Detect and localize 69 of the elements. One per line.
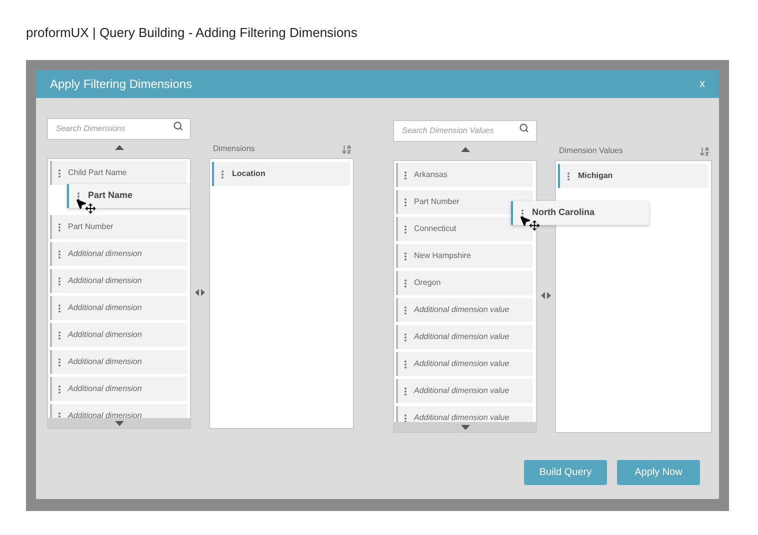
drag-handle-icon — [58, 168, 61, 178]
scroll-up-icon[interactable] — [460, 147, 470, 152]
list-item[interactable]: Child Part Name — [50, 161, 187, 185]
list-item[interactable]: Additional dimension — [50, 323, 187, 347]
drag-handle-icon — [404, 224, 407, 234]
search-icon — [173, 121, 183, 131]
sort-icon[interactable] — [699, 146, 710, 157]
drag-handle-icon — [404, 252, 407, 260]
list-item[interactable]: Additional dimension — [50, 350, 187, 374]
sort-icon[interactable] — [341, 144, 352, 155]
list-item[interactable]: Additional dimension — [50, 404, 187, 418]
drag-handle-icon — [404, 360, 407, 368]
list-item[interactable]: Arkansas — [396, 163, 533, 187]
drag-handle-icon — [567, 172, 570, 180]
drag-handle-icon — [521, 208, 524, 218]
search-field[interactable]: Search Dimension Values — [393, 120, 537, 142]
drag-handle-icon — [58, 330, 61, 340]
drag-handle-icon — [58, 358, 61, 366]
scroll-down-icon — [114, 420, 124, 426]
drag-handle-icon — [58, 304, 61, 312]
left-right-arrows-icon[interactable] — [195, 288, 205, 296]
column-header: Dimension Values — [559, 145, 623, 157]
list-item[interactable]: Connecticut — [396, 217, 533, 241]
drag-handle-icon — [404, 332, 407, 342]
drag-handle-icon — [77, 192, 80, 200]
list-item[interactable]: New Hampshire — [396, 244, 533, 268]
dragged-item[interactable]: Part Name — [67, 184, 190, 208]
search-icon — [519, 123, 529, 133]
list-item[interactable]: Additional dimension — [50, 242, 187, 266]
drag-handle-icon — [404, 170, 407, 180]
dialog-button[interactable]: Build Query — [524, 460, 607, 485]
search-field[interactable]: Search Dimensions — [47, 118, 191, 140]
scroll-up-icon[interactable] — [114, 145, 124, 150]
drag-handle-icon — [58, 412, 61, 418]
selected-item[interactable]: Michigan — [558, 164, 708, 188]
list-item[interactable]: Oregon — [396, 271, 533, 295]
list-item[interactable]: Additional dimension value — [396, 325, 533, 349]
drag-handle-icon — [404, 386, 407, 396]
list-item[interactable]: Additional dimension value — [396, 406, 533, 422]
drag-handle-icon — [404, 198, 407, 206]
dialog-title: Apply Filtering Dimensions — [50, 76, 192, 93]
drag-handle-icon — [221, 170, 224, 178]
list-item[interactable]: Additional dimension — [50, 296, 187, 320]
list-item[interactable]: Part Number — [396, 190, 533, 214]
list-item[interactable]: Additional dimension value — [396, 298, 533, 322]
drag-handle-icon — [58, 276, 61, 286]
cursor-icon — [519, 215, 531, 227]
drag-handle-icon — [404, 414, 407, 422]
drag-handle-icon — [58, 222, 61, 232]
close-button[interactable]: x — [700, 78, 705, 90]
list-item[interactable]: Part Number — [50, 215, 187, 239]
list-item[interactable]: Additional dimension value — [396, 352, 533, 376]
column-header: Dimensions — [213, 143, 255, 155]
dialog-button[interactable]: Apply Now — [617, 460, 700, 485]
scroll-down-icon — [460, 424, 470, 430]
drag-handle-icon — [58, 250, 61, 258]
list-item[interactable]: Additional dimension — [50, 269, 187, 293]
list-item[interactable]: Additional dimension — [50, 377, 187, 401]
dragged-item[interactable]: North Carolina — [511, 201, 649, 225]
selected-item[interactable]: Location — [212, 162, 350, 186]
list-item[interactable]: Additional dimension value — [396, 379, 533, 403]
drag-handle-icon — [404, 278, 407, 288]
page-title: proformUX | Query Building - Adding Filtering Dimensions — [25, 24, 358, 42]
drag-handle-icon — [58, 384, 61, 394]
drag-handle-icon — [404, 306, 407, 314]
move-icon — [85, 203, 96, 214]
left-right-arrows-icon[interactable] — [541, 292, 551, 298]
move-icon — [529, 220, 540, 231]
cursor-icon — [75, 198, 87, 210]
